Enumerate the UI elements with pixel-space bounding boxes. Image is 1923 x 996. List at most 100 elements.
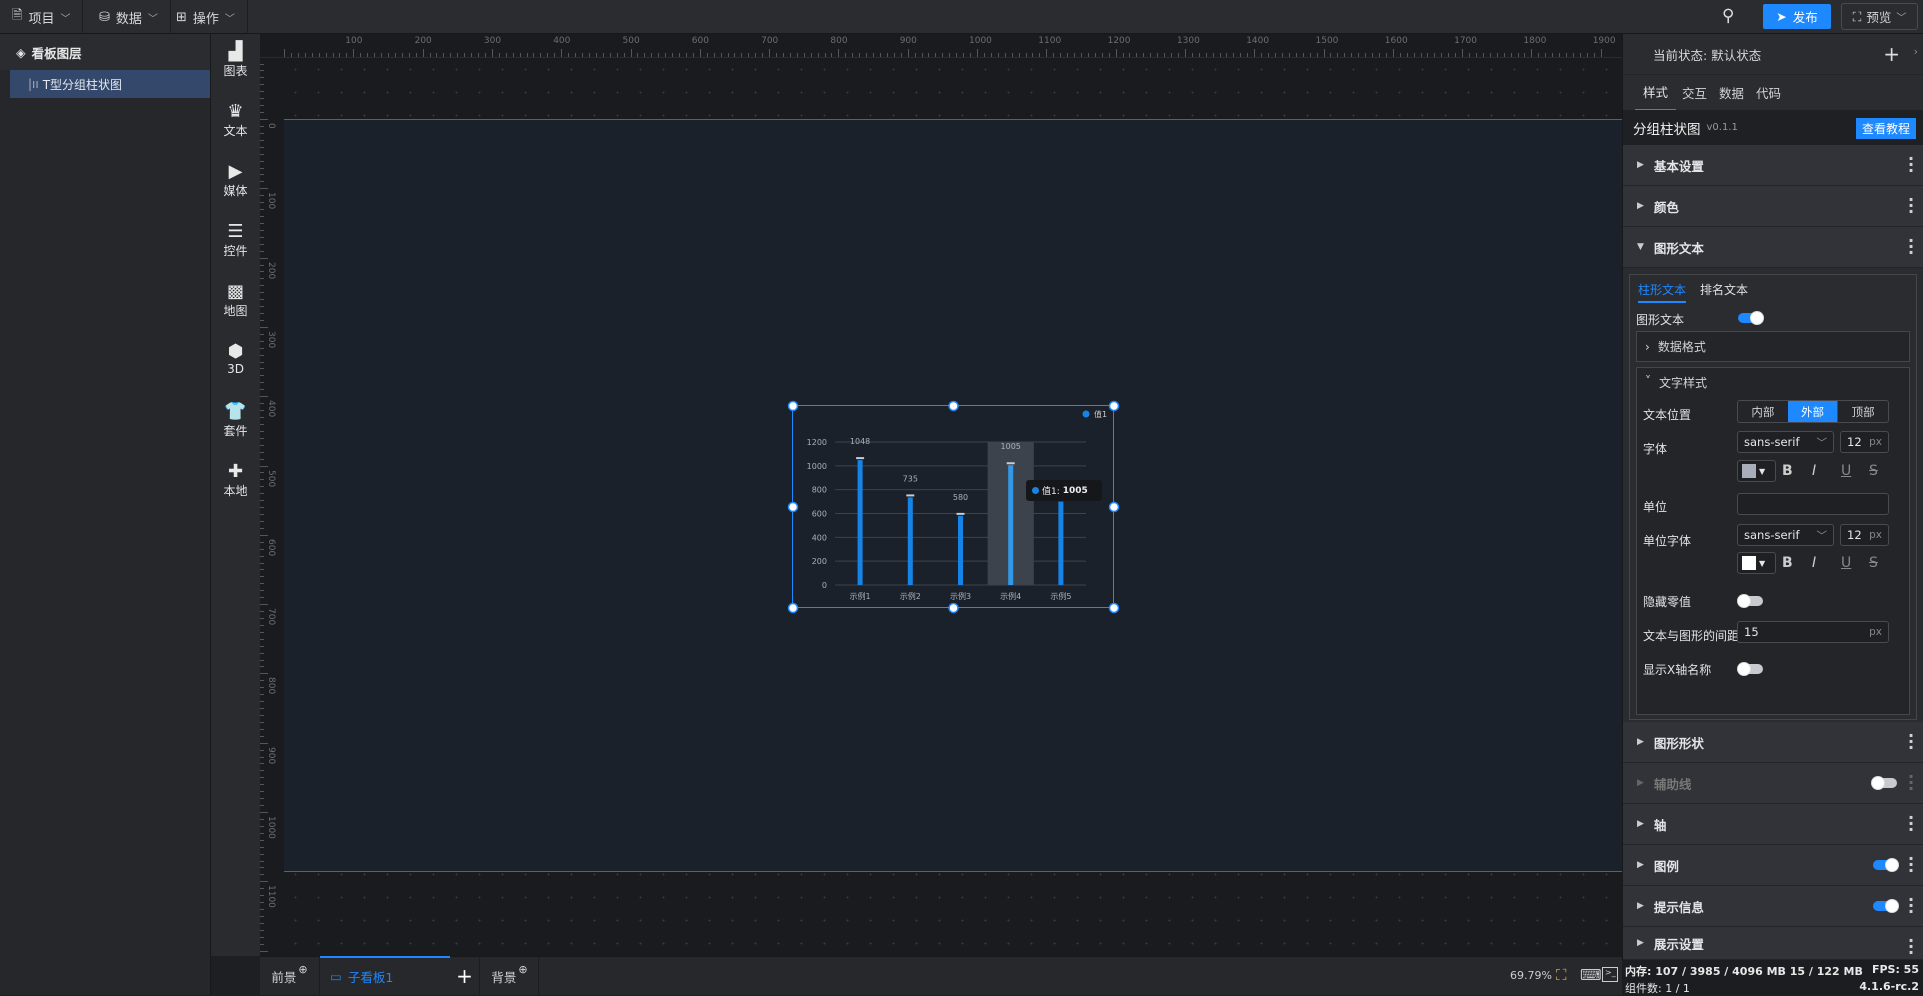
underline-button[interactable]: U <box>1841 463 1851 479</box>
publish-button[interactable]: ➤ 发布 <box>1763 4 1831 29</box>
hide-zero-toggle[interactable] <box>1737 594 1763 608</box>
ruler-tick <box>260 812 268 813</box>
more-icon[interactable]: · · · <box>1908 769 1914 797</box>
more-icon[interactable]: · · · <box>1908 851 1914 879</box>
font-color-picker[interactable]: ▼ <box>1737 460 1776 482</box>
data-format-group[interactable]: › 数据格式 <box>1636 331 1910 362</box>
text-style-header[interactable]: ˅ 文字样式 <box>1645 374 1707 391</box>
layer-item[interactable]: |ıı T型分组柱状图 <box>10 70 210 98</box>
add-subboard-button[interactable]: + <box>450 957 480 995</box>
section-graphic-text[interactable]: ▼ 图形文本 · · · <box>1623 227 1923 268</box>
more-icon[interactable]: · · · <box>1908 892 1914 920</box>
add-circle-icon[interactable]: ⊕ <box>518 963 527 976</box>
font-select[interactable]: sans-serif ﹀ <box>1737 431 1834 453</box>
subtab-bar-text[interactable]: 柱形文本 <box>1638 281 1687 303</box>
add-circle-icon[interactable]: ⊕ <box>298 963 307 976</box>
section-basic-settings[interactable]: ▶ 基本设置 · · · <box>1623 145 1923 186</box>
graphic-text-toggle[interactable] <box>1738 311 1764 325</box>
unit-font-color-picker[interactable]: ▼ <box>1737 552 1776 574</box>
bold-button[interactable]: B <box>1782 463 1793 479</box>
more-icon[interactable]: · · · <box>1908 151 1914 179</box>
text-gap-input[interactable]: 15 px <box>1737 621 1889 643</box>
unit-input[interactable] <box>1737 493 1889 515</box>
underline-button[interactable]: U <box>1841 555 1851 571</box>
view-tutorial-button[interactable]: 查看教程 <box>1855 118 1916 139</box>
menu-project[interactable]: 🗎 项目 ﹀ <box>0 0 84 34</box>
section-guide-line[interactable]: ▶ 辅助线 · · · <box>1623 763 1923 804</box>
zoom-level[interactable]: 69.79% <box>1510 969 1552 982</box>
toolbox-chart[interactable]: ▟ 图表 <box>211 42 260 79</box>
strikethrough-button[interactable]: S <box>1869 463 1878 479</box>
state-selector[interactable]: 默认状态 <box>1711 45 1761 64</box>
section-graphic-shape[interactable]: ▶ 图形形状 · · · <box>1623 722 1923 763</box>
position-inside[interactable]: 内部 <box>1738 401 1788 422</box>
toolbox-map[interactable]: ▩ 地图 <box>211 282 260 319</box>
strikethrough-button[interactable]: S <box>1869 555 1878 571</box>
add-state-button[interactable]: + <box>1883 42 1900 66</box>
italic-button[interactable]: I <box>1812 463 1816 479</box>
ruler-label: 500 <box>266 469 276 487</box>
toolbox-3d[interactable]: ⬢ 3D <box>211 342 260 377</box>
resize-handle[interactable] <box>948 602 959 614</box>
toolbox-text[interactable]: ♛ 文本 <box>211 102 260 139</box>
tab-code[interactable]: 代码 <box>1750 75 1787 110</box>
more-icon[interactable]: · · · <box>1908 728 1914 756</box>
resize-handle[interactable] <box>787 501 799 513</box>
section-axis[interactable]: ▶ 轴 · · · <box>1623 804 1923 845</box>
ruler-tick <box>260 631 264 633</box>
subtab-rank-text[interactable]: 排名文本 <box>1700 281 1748 298</box>
bold-button[interactable]: B <box>1782 555 1793 571</box>
section-legend[interactable]: ▶ 图例 · · · <box>1623 845 1923 886</box>
unit-font-size-input[interactable]: 12 px <box>1840 524 1889 546</box>
menu-operations[interactable]: ⊞ 操作 ﹀ <box>164 0 248 34</box>
ruler-tick <box>1226 53 1228 57</box>
guide-line-toggle[interactable] <box>1871 776 1897 790</box>
resize-handle[interactable] <box>948 400 959 412</box>
toolbox-widgets[interactable]: ☰ 控件 <box>211 222 260 259</box>
more-icon[interactable]: · · · <box>1908 192 1914 220</box>
horizontal-ruler[interactable]: 100 200 300 400 500 600 700 800 900 1000 1100 1200 1… <box>260 34 1622 58</box>
resize-handle[interactable] <box>787 602 799 614</box>
more-icon[interactable]: · · · <box>1908 933 1914 961</box>
show-x-axis-name-toggle[interactable] <box>1737 662 1763 676</box>
position-outside[interactable]: 外部 <box>1787 401 1838 422</box>
chevron-right-icon[interactable]: › <box>1914 45 1918 58</box>
keyboard-icon[interactable]: ⌨ <box>1580 966 1602 984</box>
tab-background[interactable]: 背景 ⊕ <box>481 957 539 995</box>
tab-data[interactable]: 数据 <box>1713 75 1750 110</box>
unit-font-select[interactable]: sans-serif ﹀ <box>1737 524 1834 546</box>
search-icon[interactable]: ⚲ <box>1722 6 1734 26</box>
menu-data[interactable]: ⛁ 数据 ﹀ <box>87 0 171 34</box>
section-display-settings[interactable]: ▶ 展示设置 · · · <box>1623 927 1923 961</box>
tab-subboard[interactable]: ▭ 子看板1 <box>320 956 450 995</box>
terminal-icon[interactable]: >_ <box>1602 967 1618 982</box>
resize-handle[interactable] <box>787 400 799 412</box>
chart-widget-selection[interactable]: 0 200 400 600 800 1000 1200 1048 示例1 735 示例2 580 示例3… <box>787 400 1120 614</box>
more-icon[interactable]: · · · <box>1908 810 1914 838</box>
tab-style[interactable]: 样式 <box>1635 74 1677 111</box>
ruler-tick <box>260 624 264 626</box>
ruler-tick <box>260 285 264 287</box>
resize-handle[interactable] <box>1108 400 1120 412</box>
resize-handle[interactable] <box>1108 501 1120 513</box>
fit-screen-icon[interactable]: ⛶ <box>1556 966 1567 984</box>
section-color[interactable]: ▶ 颜色 · · · <box>1623 186 1923 227</box>
ruler-tick <box>1067 53 1069 57</box>
preview-button[interactable]: ⛶ 预览 ﹀ <box>1841 3 1918 30</box>
tooltip-toggle[interactable] <box>1873 899 1899 913</box>
toolbox-kit[interactable]: 👕 套件 <box>211 402 260 439</box>
toolbox-media[interactable]: ▶ 媒体 <box>211 162 260 199</box>
more-icon[interactable]: · · · <box>1908 233 1914 261</box>
tab-interaction[interactable]: 交互 <box>1676 75 1713 110</box>
font-size-input[interactable]: 12 px <box>1840 431 1889 453</box>
italic-button[interactable]: I <box>1812 555 1816 571</box>
toolbox-local[interactable]: ✚ 本地 <box>211 462 260 499</box>
legend-toggle[interactable] <box>1873 858 1899 872</box>
section-tooltip[interactable]: ▶ 提示信息 · · · <box>1623 886 1923 927</box>
ruler-tick <box>720 53 722 57</box>
position-top[interactable]: 顶部 <box>1837 401 1888 422</box>
vertical-ruler[interactable]: 0 100 200 300 400 500 600 700 800 900 1000 1100 <box>260 58 284 956</box>
ruler-tick <box>318 53 320 57</box>
resize-handle[interactable] <box>1108 602 1120 614</box>
tab-foreground[interactable]: 前景 ⊕ <box>260 957 320 995</box>
